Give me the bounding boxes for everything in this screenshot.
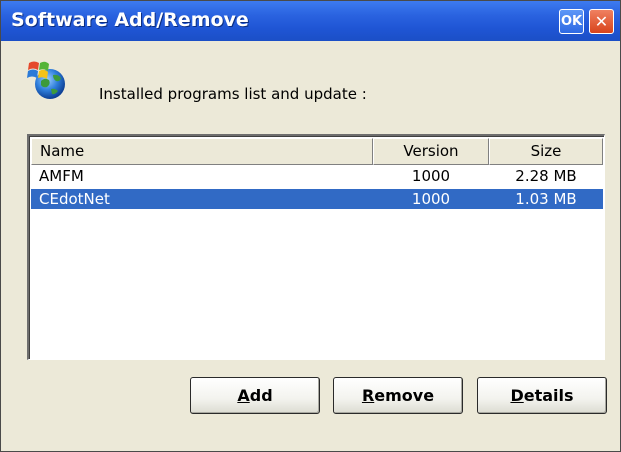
row-size: 1.03 MB <box>515 190 577 208</box>
remove-label-rest: emove <box>374 386 435 405</box>
close-button[interactable]: ✕ <box>589 9 614 34</box>
ok-button[interactable]: OK <box>559 9 584 34</box>
remove-button[interactable]: Remove <box>333 377 463 414</box>
list-row-cedotnet[interactable]: CEdotNet 1000 1.03 MB <box>31 189 603 209</box>
details-button[interactable]: Details <box>477 377 607 414</box>
installed-programs-list[interactable]: Name Version Size AMFM 1000 2.28 MB CEdo… <box>27 134 605 360</box>
header-label: Installed programs list and update : <box>99 85 367 103</box>
details-label-rest: etails <box>523 386 574 405</box>
list-row-amfm[interactable]: AMFM 1000 2.28 MB <box>31 166 603 186</box>
column-header-version[interactable]: Version <box>373 138 489 165</box>
title-bar[interactable]: Software Add/Remove OK ✕ <box>1 1 620 41</box>
software-add-remove-window: Software Add/Remove OK ✕ Installed progr… <box>0 0 621 452</box>
windows-flag-globe-icon <box>27 61 65 99</box>
remove-accel: R <box>361 386 375 405</box>
row-name: AMFM <box>39 167 84 185</box>
row-version: 1000 <box>411 190 451 208</box>
column-header-name[interactable]: Name <box>31 138 373 165</box>
column-header-size[interactable]: Size <box>489 138 603 165</box>
window-title: Software Add/Remove <box>11 9 249 31</box>
row-version: 1000 <box>411 167 451 185</box>
row-size: 2.28 MB <box>515 167 577 185</box>
list-header: Name Version Size <box>31 138 603 165</box>
add-button[interactable]: Add <box>190 377 320 414</box>
row-name: CEdotNet <box>39 190 110 208</box>
add-accel: A <box>237 386 250 405</box>
details-accel: D <box>510 386 524 405</box>
add-label-rest: dd <box>249 386 273 405</box>
